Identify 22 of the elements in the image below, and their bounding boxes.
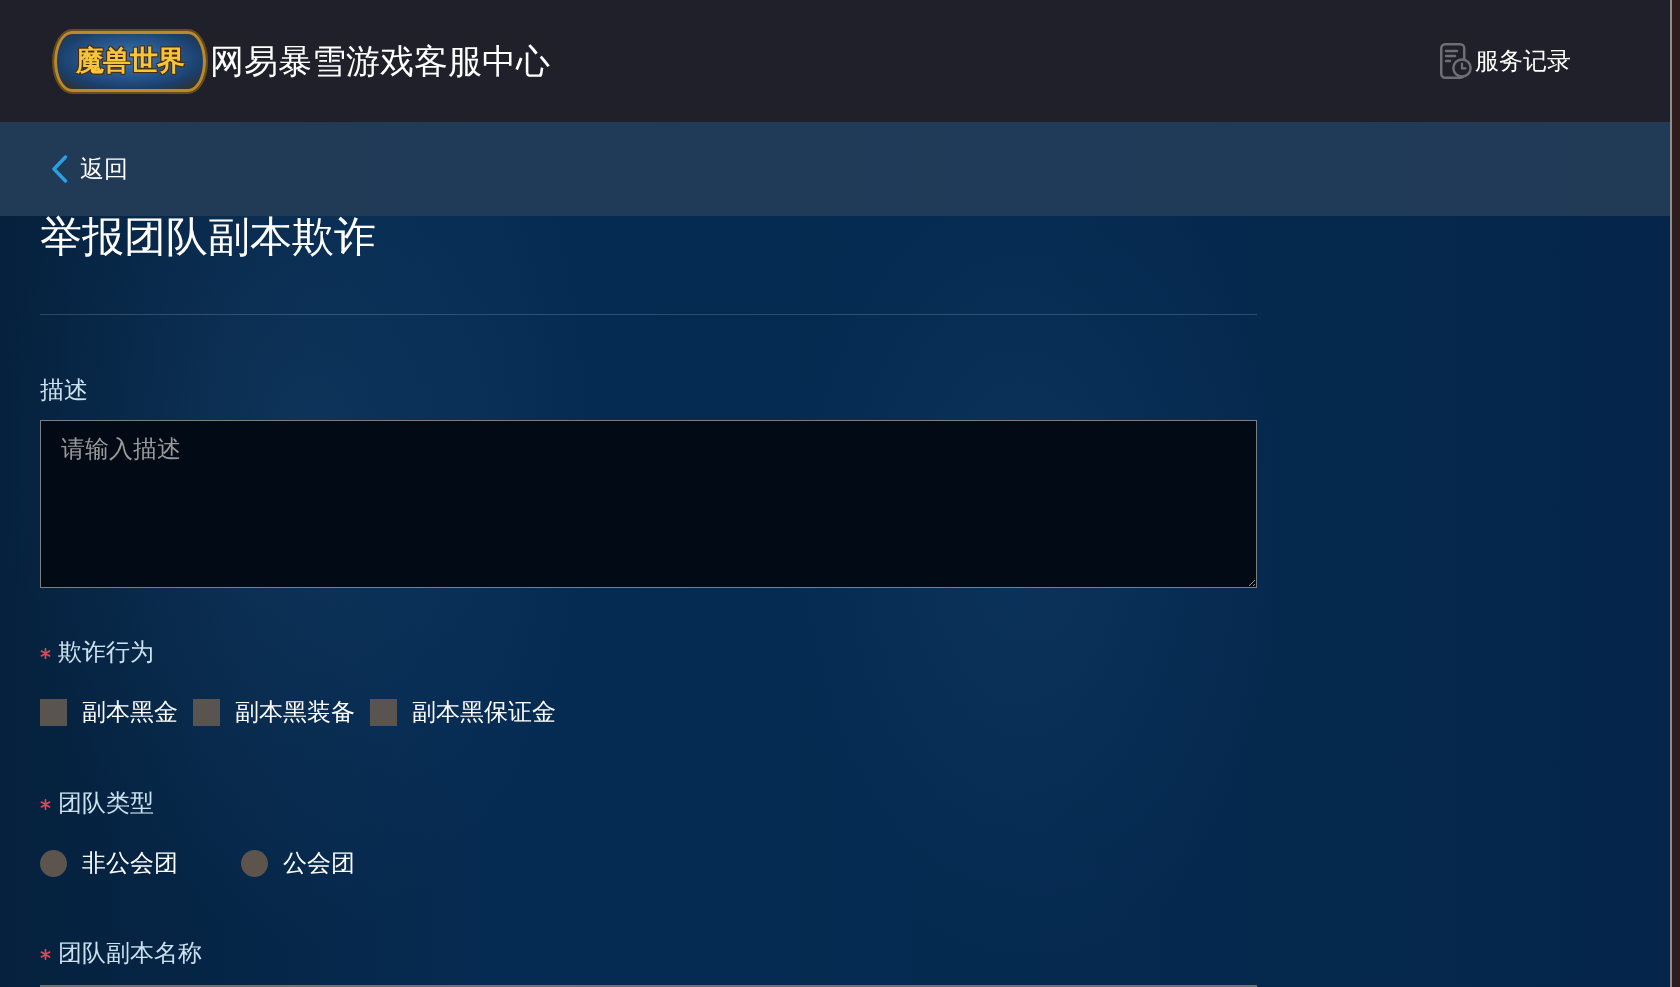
checkbox-label[interactable]: 副本黑金 <box>82 698 178 726</box>
checkbox[interactable] <box>40 698 67 726</box>
checkbox[interactable] <box>370 698 397 726</box>
chevron-left-icon <box>51 155 68 183</box>
site-title: 网易暴雪游戏客服中心 <box>210 41 550 82</box>
radio-button[interactable] <box>40 849 67 877</box>
back-link[interactable]: 返回 <box>51 154 128 184</box>
checkbox-label[interactable]: 副本黑保证金 <box>412 698 556 726</box>
radio-label[interactable]: 非公会团 <box>82 849 178 877</box>
description-textarea[interactable]: 请输入描述 <box>40 420 1257 588</box>
field-label: 欺诈行为 <box>58 637 154 667</box>
document-clock-icon <box>1440 43 1472 79</box>
field-label: 团队类型 <box>58 788 154 818</box>
page-title: 举报团队副本欺诈 <box>40 216 376 258</box>
field-label: 描述 <box>40 375 88 405</box>
game-logo[interactable]: 魔兽世界 <box>54 30 206 92</box>
radio-label[interactable]: 公会团 <box>283 849 355 877</box>
checkbox-label[interactable]: 副本黑装备 <box>235 698 355 726</box>
field-label: 团队副本名称 <box>58 938 202 968</box>
checkbox[interactable] <box>193 698 220 726</box>
service-records-link[interactable]: 服务记录 <box>1440 43 1571 79</box>
radio-button[interactable] <box>241 849 268 877</box>
